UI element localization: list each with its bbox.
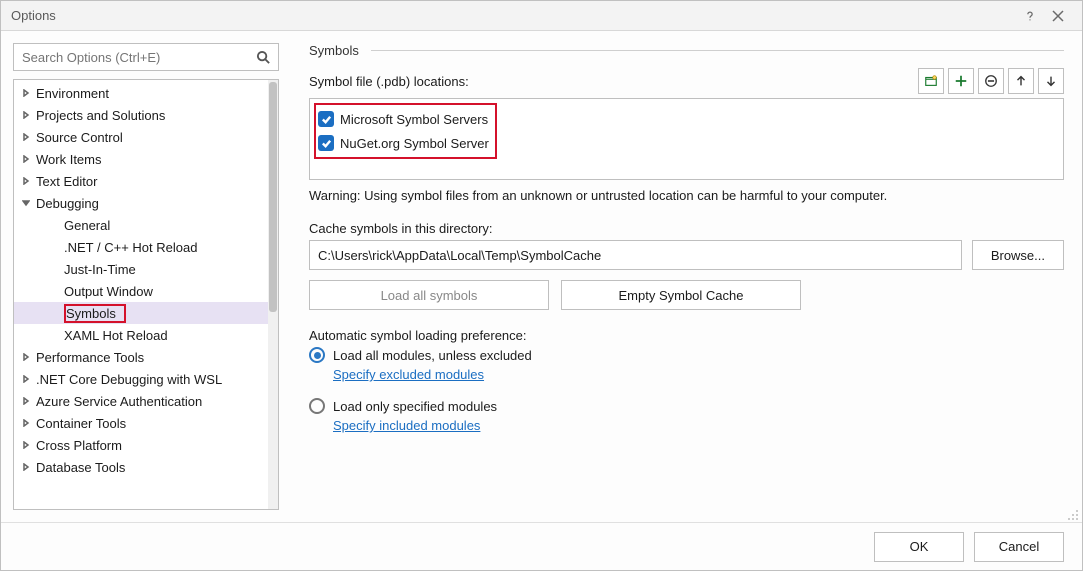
- help-button[interactable]: [1016, 4, 1044, 28]
- chevron-down-icon[interactable]: [20, 197, 32, 209]
- load-all-symbols-button[interactable]: Load all symbols: [309, 280, 549, 310]
- locations-label: Symbol file (.pdb) locations:: [309, 74, 469, 89]
- tree-item--net-core-debugging-with-wsl[interactable]: .NET Core Debugging with WSL: [14, 368, 268, 390]
- tree-item-azure-service-authentication[interactable]: Azure Service Authentication: [14, 390, 268, 412]
- tree-item-label: Text Editor: [36, 174, 97, 189]
- tree-item-label: Source Control: [36, 130, 123, 145]
- tree-item-xaml-hot-reload[interactable]: XAML Hot Reload: [14, 324, 268, 346]
- radio-load-all-label: Load all modules, unless excluded: [333, 348, 532, 363]
- tree-item-label: XAML Hot Reload: [64, 328, 168, 343]
- chevron-right-icon[interactable]: [20, 153, 32, 165]
- tree-item-label: Just-In-Time: [64, 262, 136, 277]
- chevron-right-icon[interactable]: [20, 373, 32, 385]
- location-label: NuGet.org Symbol Server: [340, 136, 489, 151]
- empty-symbol-cache-button[interactable]: Empty Symbol Cache: [561, 280, 801, 310]
- tree-item-text-editor[interactable]: Text Editor: [14, 170, 268, 192]
- tree-item-environment[interactable]: Environment: [14, 82, 268, 104]
- symbol-location-row[interactable]: NuGet.org Symbol Server: [318, 131, 489, 155]
- chevron-right-icon[interactable]: [20, 131, 32, 143]
- tree-item-database-tools[interactable]: Database Tools: [14, 456, 268, 478]
- chevron-right-icon[interactable]: [20, 417, 32, 429]
- tree-item-label: Symbols: [66, 306, 116, 321]
- move-up-button[interactable]: [1008, 68, 1034, 94]
- highlight-annotation: Microsoft Symbol Servers NuGet.org Symbo…: [314, 103, 497, 159]
- dialog-footer: OK Cancel: [1, 522, 1082, 570]
- symbol-location-row[interactable]: Microsoft Symbol Servers: [318, 107, 489, 131]
- search-icon: [256, 49, 272, 65]
- close-button[interactable]: [1044, 4, 1072, 28]
- radio-load-only-label: Load only specified modules: [333, 399, 497, 414]
- tree-item-symbols[interactable]: Symbols: [14, 302, 268, 324]
- tree-item-label: Azure Service Authentication: [36, 394, 202, 409]
- tree-item-label: Database Tools: [36, 460, 125, 475]
- tree-item--net-c-hot-reload[interactable]: .NET / C++ Hot Reload: [14, 236, 268, 258]
- cancel-button[interactable]: Cancel: [974, 532, 1064, 562]
- tree-item-output-window[interactable]: Output Window: [14, 280, 268, 302]
- tree-item-label: General: [64, 218, 110, 233]
- specify-excluded-link[interactable]: Specify excluded modules: [333, 367, 1064, 382]
- ok-button[interactable]: OK: [874, 532, 964, 562]
- tree-item-projects-and-solutions[interactable]: Projects and Solutions: [14, 104, 268, 126]
- options-sidebar: Environment Projects and Solutions Source …: [1, 31, 291, 522]
- highlight-annotation: Symbols: [64, 304, 126, 323]
- new-folder-button[interactable]: [918, 68, 944, 94]
- tree-item-label: Work Items: [36, 152, 102, 167]
- remove-button[interactable]: [978, 68, 1004, 94]
- move-down-button[interactable]: [1038, 68, 1064, 94]
- tree-item-cross-platform[interactable]: Cross Platform: [14, 434, 268, 456]
- tree-item-container-tools[interactable]: Container Tools: [14, 412, 268, 434]
- chevron-right-icon[interactable]: [20, 461, 32, 473]
- resize-grip-icon[interactable]: [1067, 509, 1079, 521]
- radio-load-only[interactable]: Load only specified modules: [309, 398, 1064, 414]
- tree-item-label: .NET / C++ Hot Reload: [64, 240, 197, 255]
- options-tree: Environment Projects and Solutions Source …: [13, 79, 279, 510]
- cache-path-value: C:\Users\rick\AppData\Local\Temp\SymbolC…: [318, 248, 601, 263]
- tree-item-general[interactable]: General: [14, 214, 268, 236]
- chevron-right-icon[interactable]: [20, 175, 32, 187]
- scrollbar-thumb[interactable]: [269, 82, 277, 312]
- checkbox-checked-icon[interactable]: [318, 135, 334, 151]
- page-title: Symbols: [309, 43, 371, 58]
- warning-text: Warning: Using symbol files from an unkn…: [309, 188, 1064, 203]
- radio-on-icon[interactable]: [309, 347, 325, 363]
- tree-item-label: Debugging: [36, 196, 99, 211]
- tree-item-work-items[interactable]: Work Items: [14, 148, 268, 170]
- window-title: Options: [11, 8, 1016, 23]
- tree-item-source-control[interactable]: Source Control: [14, 126, 268, 148]
- tree-item-label: Container Tools: [36, 416, 126, 431]
- search-options-input[interactable]: [13, 43, 279, 71]
- specify-included-link[interactable]: Specify included modules: [333, 418, 1064, 433]
- header-divider: [371, 50, 1064, 51]
- radio-off-icon[interactable]: [309, 398, 325, 414]
- radio-load-all[interactable]: Load all modules, unless excluded: [309, 347, 1064, 363]
- tree-item-just-in-time[interactable]: Just-In-Time: [14, 258, 268, 280]
- chevron-right-icon[interactable]: [20, 439, 32, 451]
- tree-item-label: Output Window: [64, 284, 153, 299]
- tree-item-label: .NET Core Debugging with WSL: [36, 372, 222, 387]
- tree-item-label: Performance Tools: [36, 350, 144, 365]
- symbol-locations-list[interactable]: Microsoft Symbol Servers NuGet.org Symbo…: [309, 98, 1064, 180]
- location-label: Microsoft Symbol Servers: [340, 112, 488, 127]
- auto-loading-pref-label: Automatic symbol loading preference:: [309, 328, 1064, 343]
- checkbox-checked-icon[interactable]: [318, 111, 334, 127]
- options-detail-panel: Symbols Symbol file (.pdb) locations:: [291, 31, 1082, 522]
- title-bar: Options: [1, 1, 1082, 31]
- tree-item-label: Projects and Solutions: [36, 108, 165, 123]
- search-input-field[interactable]: [20, 49, 256, 66]
- cache-directory-input[interactable]: C:\Users\rick\AppData\Local\Temp\SymbolC…: [309, 240, 962, 270]
- tree-scrollbar[interactable]: [268, 80, 278, 509]
- tree-item-performance-tools[interactable]: Performance Tools: [14, 346, 268, 368]
- chevron-right-icon[interactable]: [20, 87, 32, 99]
- cache-directory-label: Cache symbols in this directory:: [309, 221, 1064, 236]
- chevron-right-icon[interactable]: [20, 395, 32, 407]
- browse-button[interactable]: Browse...: [972, 240, 1064, 270]
- chevron-right-icon[interactable]: [20, 351, 32, 363]
- tree-item-label: Cross Platform: [36, 438, 122, 453]
- tree-item-label: Environment: [36, 86, 109, 101]
- tree-item-debugging[interactable]: Debugging: [14, 192, 268, 214]
- add-button[interactable]: [948, 68, 974, 94]
- chevron-right-icon[interactable]: [20, 109, 32, 121]
